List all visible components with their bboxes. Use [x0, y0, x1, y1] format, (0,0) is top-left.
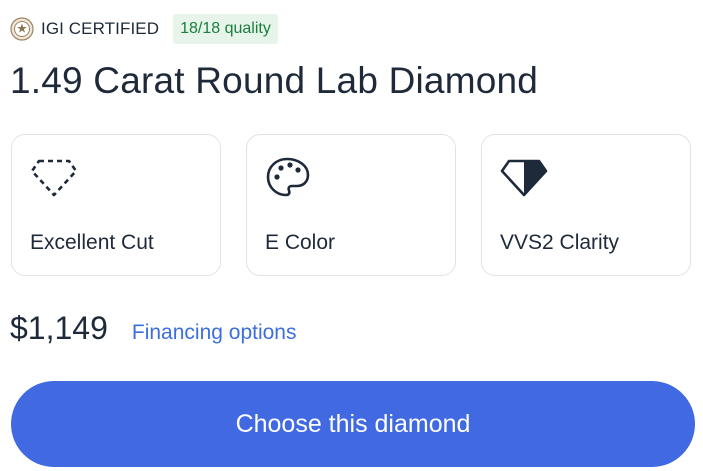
price-row: $1,149 Financing options [10, 310, 296, 347]
financing-options-link[interactable]: Financing options [132, 321, 297, 345]
diamond-product-summary: IGI CERTIFIED 18/18 quality 1.49 Carat R… [0, 0, 703, 471]
attribute-cards: Excellent Cut E Color VVS2 Clarity [11, 134, 691, 276]
palette-icon [265, 155, 313, 199]
attribute-card-color: E Color [246, 134, 456, 276]
price: $1,149 [10, 310, 108, 346]
attribute-card-clarity: VVS2 Clarity [481, 134, 691, 276]
certification-row: IGI CERTIFIED 18/18 quality [10, 14, 278, 44]
product-title: 1.49 Carat Round Lab Diamond [10, 60, 539, 101]
clarity-label: VVS2 Clarity [500, 231, 620, 254]
cut-label: Excellent Cut [30, 231, 154, 254]
igi-seal-icon [10, 17, 34, 41]
diamond-filled-icon [500, 155, 548, 199]
certification-label: IGI CERTIFIED [41, 19, 160, 38]
choose-diamond-button[interactable]: Choose this diamond [11, 381, 695, 467]
attribute-card-cut: Excellent Cut [11, 134, 221, 276]
color-label: E Color [265, 231, 336, 254]
diamond-outline-icon [30, 155, 78, 199]
quality-badge: 18/18 quality [173, 14, 278, 44]
